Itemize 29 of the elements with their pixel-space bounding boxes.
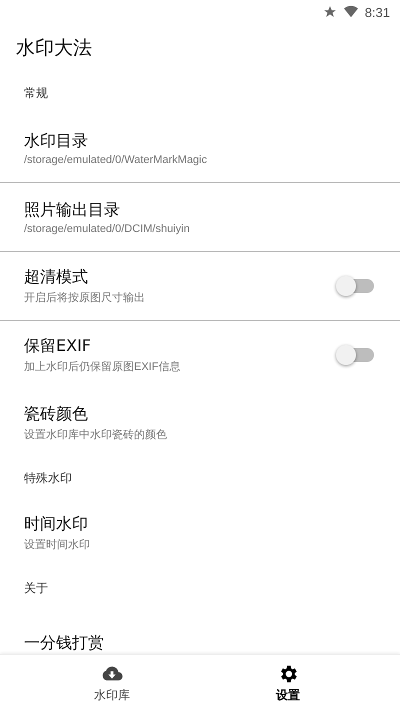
app-title: 水印大法	[16, 36, 92, 61]
item-title: 瓷砖颜色	[24, 404, 89, 425]
settings-item[interactable]: 一分钱打赏	[0, 609, 400, 654]
item-title: 时间水印	[24, 514, 89, 535]
item-title: 照片输出目录	[24, 200, 121, 220]
section-header: 关于	[24, 580, 48, 596]
item-title: 一分钱打赏	[24, 632, 105, 654]
status-time: 8:31	[364, 4, 390, 20]
item-subtitle: 设置水印库中水印瓷砖的颜色	[24, 428, 168, 442]
item-title: 保留EXIF	[24, 336, 92, 357]
section-header: 特殊水印	[24, 470, 72, 486]
star-icon	[322, 5, 337, 19]
item-title: 超清模式	[24, 267, 89, 288]
item-title: 水印目录	[24, 130, 89, 152]
nav-tab[interactable]: 设置	[246, 655, 330, 711]
wifi-icon	[342, 5, 359, 19]
nav-tab[interactable]: 水印库	[70, 655, 154, 711]
item-subtitle: 加上水印后仍保留原图EXIF信息	[24, 360, 182, 374]
item-subtitle: 设置时间水印	[24, 538, 91, 552]
settings-item[interactable]: 水印目录 /storage/emulated/0/WaterMarkMagic	[0, 114, 400, 182]
settings-item[interactable]: 瓷砖颜色 设置水印库中水印瓷砖的颜色	[0, 389, 400, 457]
item-subtitle: /storage/emulated/0/WaterMarkMagic	[24, 154, 208, 166]
settings-item[interactable]: 照片输出目录 /storage/emulated/0/DCIM/shuiyin	[0, 183, 400, 251]
settings-item[interactable]: 时间水印 设置时间水印	[0, 499, 400, 567]
section-header: 常规	[24, 84, 48, 102]
item-subtitle: 开启后将按原图尺寸输出	[24, 290, 146, 305]
settings-item[interactable]: 保留EXIF 加上水印后仍保留原图EXIF信息	[0, 321, 400, 389]
settings-item[interactable]: 超清模式 开启后将按原图尺寸输出	[0, 252, 400, 320]
item-subtitle: /storage/emulated/0/DCIM/shuiyin	[24, 222, 191, 234]
